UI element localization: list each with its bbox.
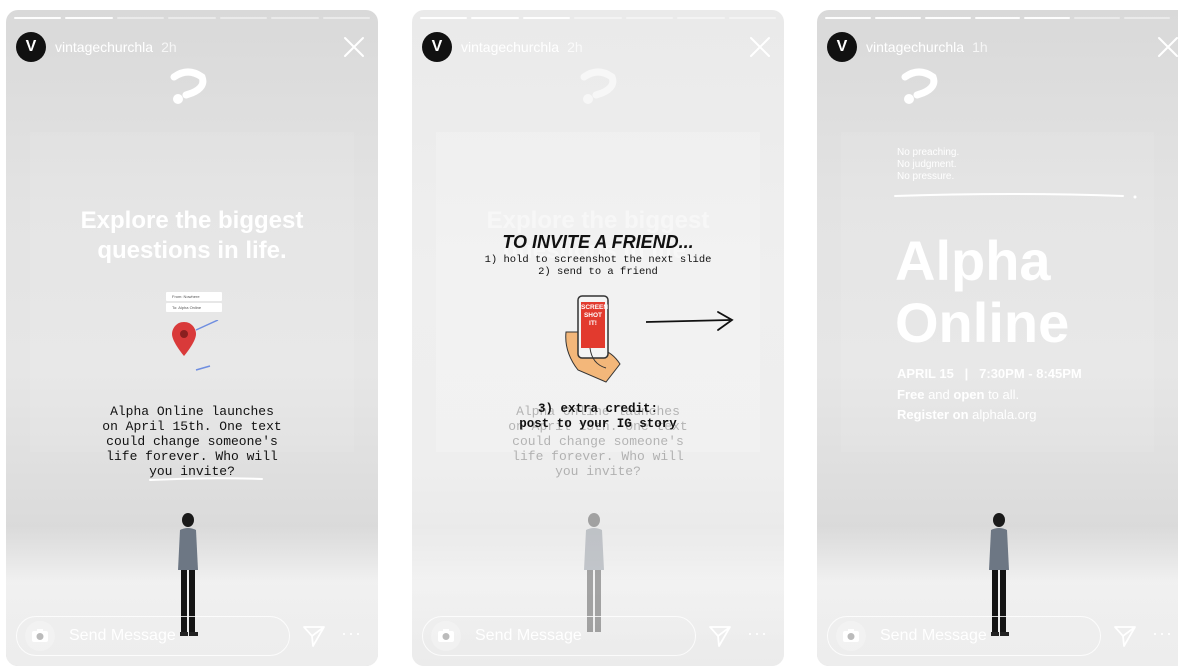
map-to: To: Alpha Online — [166, 303, 222, 312]
free-rest-1: and — [924, 387, 954, 402]
send-message-input[interactable]: Send Message — [827, 616, 1101, 656]
invite-steps: 1) hold to screenshot the next slide 2) … — [484, 254, 712, 278]
story-body-text: Alpha Online launches on April 15th. One… — [102, 404, 282, 479]
story-header: V vintagechurchla 1h — [827, 32, 1178, 62]
close-icon[interactable] — [1154, 33, 1178, 61]
register-bold: Register on — [897, 407, 969, 422]
direct-send-icon[interactable] — [302, 624, 326, 648]
tagline-1: No preaching. — [897, 147, 960, 158]
send-message-placeholder: Send Message — [880, 627, 987, 644]
phone-hand-icon: SCREEN SHOT IT! — [562, 292, 626, 384]
event-title-line-2: Online — [895, 291, 1070, 354]
direct-send-icon[interactable] — [708, 624, 732, 648]
story-footer: Send Message ··· — [16, 616, 368, 656]
question-logo-icon — [901, 68, 938, 104]
open-bold: open — [953, 387, 985, 402]
send-message-placeholder: Send Message — [69, 627, 176, 644]
story-footer: Send Message ··· — [422, 616, 774, 656]
story-card-1[interactable]: V vintagechurchla 2h Explore the biggest… — [6, 10, 378, 666]
story-card-2[interactable]: V vintagechurchla 2h Explore the biggest… — [412, 10, 784, 666]
question-logo-icon — [580, 68, 617, 104]
register-site[interactable]: alphala.org — [969, 407, 1036, 422]
story-progress — [420, 17, 776, 19]
arrow-icon — [645, 311, 734, 331]
map-pin-icon — [172, 320, 219, 371]
story-header: V vintagechurchla 2h — [422, 32, 774, 62]
question-logo-icon — [170, 68, 207, 104]
event-register-line: Register on alphala.org — [897, 407, 1036, 422]
post-time: 2h — [567, 39, 583, 55]
camera-icon[interactable] — [836, 621, 866, 651]
post-time: 1h — [972, 39, 988, 55]
story-header: V vintagechurchla 2h — [16, 32, 368, 62]
camera-icon[interactable] — [25, 621, 55, 651]
event-title: Alpha Online — [895, 230, 1069, 354]
story-footer: Send Message ··· — [827, 616, 1172, 656]
map-from: From: Nowhere — [166, 292, 222, 301]
event-date: APRIL 15 | 7:30PM - 8:45PM — [897, 366, 1082, 381]
close-icon[interactable] — [340, 33, 368, 61]
story-card-3[interactable]: V vintagechurchla 1h No preaching. No ju… — [817, 10, 1178, 666]
event-free-line: Free and open to all. — [897, 387, 1019, 402]
post-time: 2h — [161, 39, 177, 55]
map-card: From: Nowhere To: Alpha Online — [166, 292, 222, 314]
story-progress — [825, 17, 1171, 19]
direct-send-icon[interactable] — [1113, 624, 1137, 648]
tagline-2: No judgment. — [897, 159, 957, 170]
more-options-icon[interactable]: ··· — [341, 623, 362, 644]
event-title-line-1: Alpha — [895, 229, 1051, 292]
invite-title: TO INVITE A FRIEND... — [502, 232, 694, 252]
send-message-input[interactable]: Send Message — [422, 616, 696, 656]
tagline-3: No pressure. — [897, 171, 955, 182]
invite-step-3: 3) extra credit: post to your IG story — [519, 402, 677, 431]
more-options-icon[interactable]: ··· — [747, 623, 768, 644]
avatar[interactable]: V — [16, 32, 46, 62]
camera-icon[interactable] — [431, 621, 461, 651]
avatar[interactable]: V — [827, 32, 857, 62]
username[interactable]: vintagechurchla — [866, 39, 964, 55]
story-progress — [14, 17, 370, 19]
more-options-icon[interactable]: ··· — [1152, 623, 1173, 644]
username[interactable]: vintagechurchla — [55, 39, 153, 55]
story-heading: Explore the biggest questions in life. — [80, 207, 304, 264]
free-rest-2: to all. — [984, 387, 1020, 402]
divider-scribble — [894, 193, 1137, 199]
taglines: No preaching. No judgment. No pressure. — [897, 147, 959, 183]
close-icon[interactable] — [746, 33, 774, 61]
send-message-input[interactable]: Send Message — [16, 616, 290, 656]
underline-scribble — [149, 477, 263, 481]
free-bold: Free — [897, 387, 925, 402]
avatar[interactable]: V — [422, 32, 452, 62]
phone-screen-text: SCREEN SHOT IT! — [581, 304, 609, 327]
username[interactable]: vintagechurchla — [461, 39, 559, 55]
send-message-placeholder: Send Message — [475, 627, 582, 644]
